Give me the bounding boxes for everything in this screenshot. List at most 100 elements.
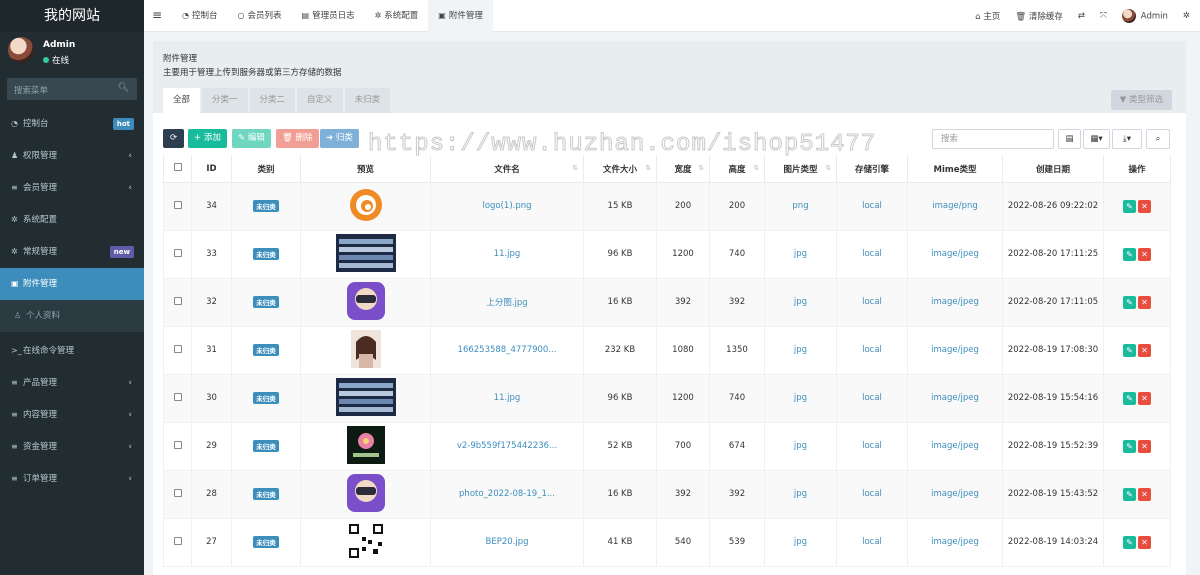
sort-icon[interactable]: ⇅: [572, 164, 578, 172]
sidebar-item-permissions[interactable]: ♟ 权限管理 ‹: [0, 140, 144, 172]
tab-admin-log[interactable]: ▤ 管理员日志: [292, 0, 365, 32]
edit-row-button[interactable]: ✎: [1123, 487, 1136, 501]
classify-button[interactable]: ➜ 归类: [320, 129, 359, 148]
image-type-link[interactable]: jpg: [794, 249, 807, 259]
sidebar-item-content[interactable]: ≡ 内容管理 ‹: [0, 399, 144, 431]
edit-row-button[interactable]: ✎: [1123, 535, 1136, 549]
delete-row-button[interactable]: ✕: [1138, 199, 1151, 213]
filename-link[interactable]: photo_2022-08-19_1...: [459, 489, 555, 499]
mime-link[interactable]: image/jpeg: [931, 441, 979, 451]
delete-row-button[interactable]: ✕: [1138, 535, 1151, 549]
filename-link[interactable]: 166253588_4777900...: [458, 345, 557, 355]
filename-link[interactable]: logo(1).png: [482, 201, 531, 211]
image-type-link[interactable]: jpg: [794, 345, 807, 355]
preview-image[interactable]: [346, 281, 385, 323]
edit-row-button[interactable]: ✎: [1123, 247, 1136, 261]
search-toggle-button[interactable]: ⌕: [1146, 129, 1170, 149]
preview-image[interactable]: [346, 425, 385, 467]
search-icon[interactable]: 🔍︎: [118, 83, 129, 93]
col-width[interactable]: 宽度 ⇅: [656, 156, 710, 183]
sort-icon[interactable]: ⇅: [753, 164, 759, 172]
checkbox[interactable]: [173, 296, 182, 305]
filename-link[interactable]: v2-9b559f175442236...: [457, 441, 557, 451]
home-link[interactable]: ⌂ 主页: [975, 10, 1000, 22]
col-height[interactable]: 高度 ⇅: [709, 156, 765, 183]
table-row[interactable]: 27 未归类 BEP20.jpg 41 KB 540 539 jpg local image/j…: [163, 517, 1171, 567]
checkbox[interactable]: [173, 163, 182, 172]
refresh-button[interactable]: ⟳: [163, 129, 184, 148]
tab-all[interactable]: 全部: [163, 88, 201, 113]
preview-image[interactable]: [335, 233, 396, 275]
checkbox[interactable]: [173, 488, 182, 497]
site-logo[interactable]: 我的网站: [0, 0, 144, 32]
checkbox[interactable]: [173, 440, 182, 449]
tab-attachments[interactable]: ▣ 附件管理: [428, 0, 493, 32]
tab-category-2[interactable]: 分类二: [249, 88, 296, 113]
edit-row-button[interactable]: ✎: [1123, 199, 1136, 213]
preview-image[interactable]: [346, 521, 385, 563]
sort-icon[interactable]: ⇅: [645, 164, 651, 172]
mime-link[interactable]: image/jpeg: [931, 249, 979, 259]
storage-link[interactable]: local: [862, 201, 882, 211]
image-type-link[interactable]: jpg: [794, 489, 807, 499]
storage-link[interactable]: local: [862, 249, 882, 259]
image-type-link[interactable]: jpg: [794, 441, 807, 451]
sidebar-item-orders[interactable]: ≡ 订单管理 ‹: [0, 463, 144, 495]
storage-link[interactable]: local: [862, 345, 882, 355]
col-filesize[interactable]: 文件大小 ⇅: [583, 156, 657, 183]
col-image-type[interactable]: 图片类型 ⇅: [764, 156, 837, 183]
table-row[interactable]: 30 未归类 11.jpg 96 KB 1200 740 jpg local image/jpe…: [163, 373, 1171, 423]
sidebar-item-system-config[interactable]: ✲ 系统配置: [0, 204, 144, 236]
filename-link[interactable]: 11.jpg: [494, 249, 521, 259]
col-filename[interactable]: 文件名 ⇅: [430, 156, 584, 183]
mime-link[interactable]: image/jpeg: [931, 345, 979, 355]
table-row[interactable]: 28 未归类 photo_2022-08-19_1... 16 KB 392 392 jpg…: [163, 469, 1171, 519]
table-row[interactable]: 33 未归类 11.jpg 96 KB 1200 740 jpg local image/jpe…: [163, 229, 1171, 279]
mime-link[interactable]: image/jpeg: [931, 297, 979, 307]
sidebar-item-dashboard[interactable]: ◔ 控制台 hot: [0, 108, 144, 140]
settings-icon[interactable]: ✲: [1183, 11, 1190, 21]
mime-link[interactable]: image/jpeg: [931, 489, 979, 499]
checkbox[interactable]: [173, 248, 182, 257]
delete-row-button[interactable]: ✕: [1138, 439, 1151, 453]
mime-link[interactable]: image/jpeg: [931, 537, 979, 547]
edit-row-button[interactable]: ✎: [1123, 343, 1136, 357]
table-search-input[interactable]: 搜索: [932, 129, 1054, 149]
admin-menu[interactable]: Admin: [1121, 9, 1168, 23]
tab-dashboard[interactable]: ◔ 控制台: [172, 0, 228, 32]
tab-custom[interactable]: 自定义: [297, 88, 343, 113]
checkbox[interactable]: [173, 392, 182, 401]
delete-row-button[interactable]: ✕: [1138, 343, 1151, 357]
language-icon[interactable]: ⇄: [1078, 11, 1085, 21]
image-type-link[interactable]: jpg: [794, 393, 807, 403]
storage-link[interactable]: local: [862, 489, 882, 499]
tab-category-1[interactable]: 分类一: [202, 88, 248, 113]
clear-cache-button[interactable]: 🗑︎ 清除缓存: [1015, 10, 1063, 22]
image-type-link[interactable]: png: [792, 201, 808, 211]
edit-row-button[interactable]: ✎: [1123, 391, 1136, 405]
row-checkbox-cell[interactable]: [163, 277, 192, 327]
table-row[interactable]: 32 未归类 上分图.jpg 16 KB 392 392 jpg local image/jpe…: [163, 277, 1171, 327]
delete-row-button[interactable]: ✕: [1138, 247, 1151, 261]
preview-image[interactable]: [350, 329, 381, 371]
mime-link[interactable]: image/png: [932, 201, 978, 211]
row-checkbox-cell[interactable]: [163, 469, 192, 519]
tab-uncategorized[interactable]: 未归类: [344, 88, 391, 113]
checkbox[interactable]: [173, 200, 182, 209]
menu-search-input[interactable]: 搜索菜单 🔍︎: [7, 78, 137, 100]
mime-link[interactable]: image/jpeg: [931, 393, 979, 403]
sidebar-item-command[interactable]: >_在线命令管理: [0, 335, 144, 367]
toggle-view-button[interactable]: ▤: [1058, 129, 1081, 149]
fullscreen-icon[interactable]: ⤧: [1100, 11, 1107, 21]
table-row[interactable]: 31 未归类 166253588_4777900... 232 KB 1080 1350 j…: [163, 325, 1171, 375]
sidebar-item-members[interactable]: ≡ 会员管理 ‹: [0, 172, 144, 204]
row-checkbox-cell[interactable]: [163, 421, 192, 471]
add-button[interactable]: + 添加: [188, 129, 227, 148]
storage-link[interactable]: local: [862, 393, 882, 403]
image-type-link[interactable]: jpg: [794, 297, 807, 307]
delete-row-button[interactable]: ✕: [1138, 391, 1151, 405]
table-row[interactable]: 29 未归类 v2-9b559f175442236... 52 KB 700 674 jpg…: [163, 421, 1171, 471]
filename-link[interactable]: 上分图.jpg: [486, 298, 527, 308]
columns-dropdown[interactable]: ▦▾: [1083, 129, 1110, 149]
tab-system-config[interactable]: ✲ 系统配置: [365, 0, 429, 32]
